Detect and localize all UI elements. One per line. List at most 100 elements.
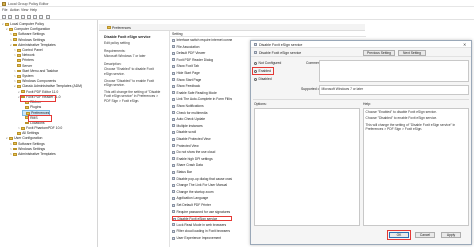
policy-icon — [172, 197, 175, 201]
back-icon[interactable] — [2, 14, 6, 19]
tree-item-label: Foxit PhantomPDF 10.0 — [26, 126, 63, 130]
forward-icon[interactable] — [8, 14, 12, 19]
policy-icon — [172, 230, 175, 234]
setting-row[interactable]: Foxit PDF Reader Dialog — [172, 58, 232, 63]
tree-item-label: Software Settings — [18, 32, 45, 37]
folder-icon — [17, 53, 21, 57]
setting-row[interactable]: Lock Read Mode in web browsers — [172, 223, 232, 228]
enabled-highlight — [252, 67, 274, 75]
setting-label: Show Feedback — [176, 84, 201, 89]
setting-row[interactable]: Show Feedback — [172, 84, 232, 89]
policy-setting-dialog: Disable Foxit eSign service ✕ Disable Fo… — [250, 40, 472, 245]
column-setting[interactable]: Setting — [170, 31, 366, 37]
setting-row[interactable]: Filter cloud loading in Foxit browsers — [172, 229, 232, 234]
policy-icon — [172, 150, 175, 154]
policy-icon — [173, 217, 176, 221]
previous-setting-button[interactable]: Previous Setting — [363, 50, 395, 56]
app-icon — [2, 1, 6, 6]
help-area: Choose "Enabled" to disable Foxit eSign … — [363, 108, 469, 226]
setting-row[interactable]: User Experience Improvement — [172, 236, 232, 241]
close-icon[interactable]: ✕ — [463, 42, 466, 47]
comment-field[interactable] — [319, 60, 469, 82]
policy-icon — [172, 98, 175, 102]
radio-dot-icon — [254, 61, 257, 65]
setting-row[interactable]: Status Bar — [172, 170, 232, 175]
dialog-divider — [253, 99, 469, 100]
up-icon[interactable] — [15, 14, 19, 19]
setting-row[interactable]: Show Start Page — [172, 78, 232, 83]
tree-item-label: Software Settings — [18, 141, 45, 146]
panel-header-title: Preferences — [112, 25, 131, 30]
help-icon[interactable] — [33, 14, 37, 19]
setting-row[interactable]: Interface switch require internet connec… — [172, 38, 232, 43]
folder-icon — [17, 69, 21, 73]
next-setting-button[interactable]: Next Setting — [398, 50, 426, 56]
setting-row[interactable]: Link The Auto-Complete in Form Filling — [172, 97, 232, 102]
setting-row[interactable]: Do not show the use cloud — [172, 150, 232, 155]
setting-row[interactable]: Multiple instances — [172, 124, 232, 129]
show-hide-tree-icon[interactable] — [21, 14, 25, 19]
folder-icon — [17, 131, 21, 135]
help-text-2: Choose "Disabled" to enable Foxit eSign … — [365, 116, 438, 121]
policy-icon — [172, 124, 175, 128]
setting-row[interactable]: Share Crash Data — [172, 163, 232, 168]
setting-row[interactable]: Disable pop-up dialog that cause crash — [172, 177, 232, 182]
policy-icon — [172, 190, 175, 194]
menu-file[interactable]: File — [2, 8, 7, 12]
setting-row[interactable]: Application Language — [172, 196, 232, 201]
filter-icon[interactable] — [46, 14, 50, 19]
folder-icon — [17, 48, 21, 52]
setting-row[interactable]: Disable Protected View — [172, 137, 232, 142]
description-pane: Disable Foxit eSign service Edit policy … — [99, 31, 167, 247]
desc-requirements-label: Requirements: — [104, 48, 126, 53]
toolbar — [0, 13, 474, 20]
policy-icon — [172, 170, 175, 174]
setting-row[interactable]: Hide Start Page — [172, 71, 232, 76]
desc-edit-link[interactable]: Edit policy setting — [104, 41, 162, 46]
setting-row[interactable]: Enable Safe Reading Mode — [172, 91, 232, 96]
setting-row[interactable]: Enable high DPI settings — [172, 157, 232, 162]
cancel-button[interactable]: Cancel — [415, 232, 435, 238]
setting-row[interactable]: Protected View — [172, 144, 232, 149]
menu-view[interactable]: View — [21, 8, 28, 12]
menu-help[interactable]: Help — [30, 8, 37, 12]
policy-icon — [172, 131, 175, 135]
setting-row[interactable]: Disable Foxit eSign service — [172, 216, 232, 222]
radio-disabled[interactable]: Disabled — [254, 77, 272, 81]
setting-label: File Association — [176, 44, 200, 49]
policy-icon — [172, 223, 175, 227]
tree-item-label: User Configuration — [14, 136, 43, 141]
tree-item-label: Start Menu and Taskbar — [22, 68, 59, 73]
setting-label: Filter cloud loading in Foxit browsers — [176, 229, 231, 234]
setting-row[interactable]: Require password for use signatures — [172, 210, 232, 215]
apply-button[interactable]: Apply — [441, 232, 461, 238]
setting-row[interactable]: Disable scroll — [172, 130, 232, 135]
setting-row[interactable]: Change The Link For User Manual — [172, 183, 232, 188]
folder-icon — [17, 74, 21, 78]
tree-item[interactable]: > Administrative Templates — [10, 152, 56, 157]
setting-row[interactable]: Show Notifications — [172, 104, 232, 109]
setting-label: Disable scroll — [176, 130, 197, 135]
radio-not-configured[interactable]: Not Configured — [254, 61, 281, 65]
policy-icon — [172, 104, 175, 108]
tree-item-label: Printers — [22, 58, 34, 63]
setting-label: Multiple instances — [176, 123, 203, 128]
setting-row[interactable]: Change the startup zoom — [172, 190, 232, 195]
setting-row[interactable]: Auto Check Update — [172, 117, 232, 122]
help-label: Help: — [363, 102, 371, 106]
panel-header: Preferences — [99, 24, 365, 31]
setting-row[interactable]: Set Default PDF Printer — [172, 203, 232, 208]
folder-icon — [107, 26, 111, 29]
menu-action[interactable]: Action — [10, 8, 19, 12]
setting-row[interactable]: Show Foxit Tab — [172, 64, 232, 69]
folder-icon — [9, 137, 13, 140]
tree-item-label: Administrative Templates — [18, 152, 56, 156]
folder-icon — [5, 22, 9, 26]
export-icon[interactable] — [27, 14, 31, 19]
setting-label: Link The Auto-Complete in Form Filling — [176, 97, 233, 102]
setting-row[interactable]: File Association — [172, 45, 232, 50]
setting-row[interactable]: Check for multimedia — [172, 111, 232, 116]
setting-label: Disable Foxit eSign service — [177, 217, 218, 222]
properties-icon[interactable] — [39, 14, 43, 19]
setting-row[interactable]: Default PDF Viewer — [172, 51, 232, 56]
